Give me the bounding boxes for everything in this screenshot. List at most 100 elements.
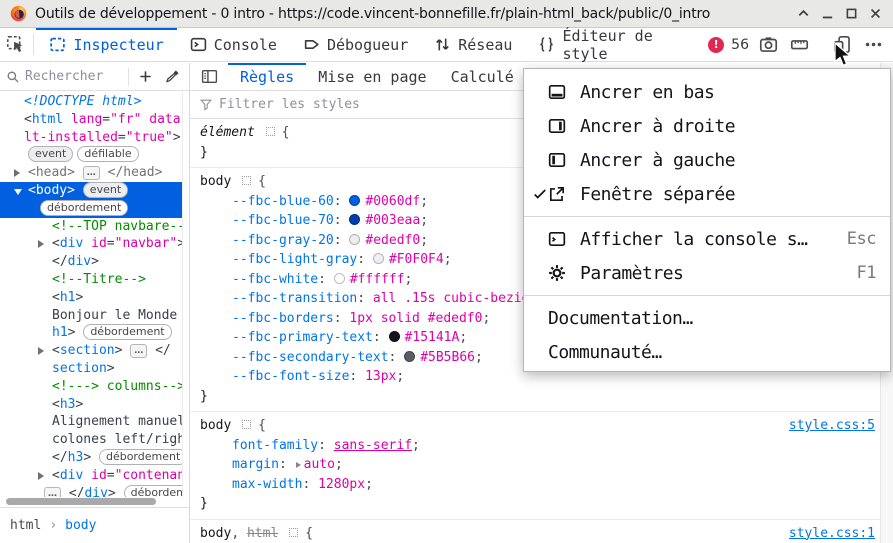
menu-item-community[interactable]: Communauté… [524, 335, 890, 369]
color-swatch[interactable] [404, 351, 415, 362]
responsive-design-mode-button[interactable] [830, 33, 854, 57]
node-picker-button[interactable] [0, 28, 31, 61]
markup-row[interactable]: <section> … </ [0, 342, 182, 360]
css-declaration[interactable]: font-family: sans-serif; [200, 436, 883, 456]
tab-debugger[interactable]: Débogueur [290, 28, 421, 61]
markup-row[interactable]: section> [0, 360, 182, 378]
tab-console[interactable]: Console [177, 28, 290, 61]
horizontal-scrollbar[interactable] [0, 497, 189, 507]
measuring-tool-button[interactable] [787, 33, 811, 57]
search-input[interactable] [25, 69, 123, 84]
menu-item-label: Afficher la console s… [580, 229, 847, 250]
markup-row[interactable]: <div id="contenan [0, 467, 182, 485]
window-titlebar[interactable]: Outils de développement - 0 intro - http… [0, 0, 893, 28]
meatball-menu-button[interactable] [861, 33, 885, 57]
badge-débordeme[interactable]: débordeme [124, 485, 183, 497]
tab-network[interactable]: Réseau [421, 28, 525, 61]
selector-highlighter-icon[interactable] [289, 528, 298, 537]
selector-highlighter-icon[interactable] [242, 176, 251, 185]
markup-row[interactable]: débordement [0, 200, 182, 218]
markup-row[interactable]: <!---> columns--> [0, 378, 182, 396]
menu-item-dock-bottom[interactable]: Ancrer en bas [524, 75, 890, 109]
badge-débordement[interactable]: débordement [83, 324, 171, 340]
css-selector-line[interactable]: body { [200, 416, 883, 436]
menu-item-settings[interactable]: ParamètresF1 [524, 256, 890, 290]
markup-row[interactable]: Bonjour le Monde [0, 307, 182, 325]
menu-item-separate-window[interactable]: Fenêtre séparée [524, 177, 890, 211]
expand-shorthand-icon[interactable] [296, 462, 301, 468]
expander-arrow[interactable] [14, 189, 22, 195]
eyedropper-button[interactable] [161, 66, 183, 88]
markup-row[interactable]: </div> [0, 253, 182, 271]
menu-shortcut: Esc [847, 229, 890, 249]
badge-débordement[interactable]: débordement [40, 200, 128, 216]
close-button[interactable] [868, 6, 883, 21]
expander-arrow[interactable] [38, 472, 44, 480]
markup-row[interactable]: <h3> [0, 396, 182, 414]
markup-row[interactable]: <body> event [0, 182, 182, 200]
menu-separator [524, 295, 890, 296]
stylesheet-link[interactable]: style.css:5 [789, 416, 875, 436]
selector-highlighter-icon[interactable] [266, 127, 275, 136]
create-new-node-button[interactable] [134, 66, 156, 88]
expander-arrow[interactable] [38, 347, 44, 355]
badge-event[interactable]: event [83, 182, 128, 198]
markup-row[interactable]: <html lang="fr" data [0, 111, 182, 129]
show-all-nodes-button[interactable]: … [44, 487, 61, 497]
dock-right-icon [548, 117, 580, 135]
markup-row[interactable]: lt-installed="true"> [0, 129, 182, 147]
expander-arrow[interactable] [38, 240, 44, 248]
menu-item-toggle-split-console[interactable]: Afficher la console s…Esc [524, 222, 890, 256]
badge-event[interactable]: event [28, 146, 73, 162]
breadcrumb-item-body[interactable]: body [65, 518, 96, 533]
error-badge-icon[interactable]: ! [708, 37, 724, 53]
css-selector-line[interactable]: body, html { [200, 524, 883, 543]
error-count[interactable]: 56 [731, 37, 749, 53]
show-all-nodes-button[interactable]: … [130, 344, 147, 358]
show-all-nodes-button[interactable]: … [83, 166, 100, 180]
css-declaration[interactable]: max-width: 1280px; [200, 475, 883, 495]
keep-above-button[interactable] [796, 6, 811, 21]
filter-funnel-icon [200, 99, 212, 111]
three-pane-toggle-icon[interactable] [196, 63, 222, 90]
badge-défilable[interactable]: défilable [77, 146, 138, 162]
tab-styleeditor[interactable]: Éditeur de style [525, 28, 708, 61]
color-swatch[interactable] [373, 253, 384, 264]
tab-calculé[interactable]: Calculé [439, 63, 526, 90]
scrollbar-thumb[interactable] [6, 498, 156, 505]
markup-row[interactable]: colones left/righ [0, 431, 182, 449]
markup-row[interactable]: <!DOCTYPE html> [0, 93, 182, 111]
tab-règles[interactable]: Règles [228, 63, 306, 90]
markup-row[interactable]: <div id="navbar"> [0, 235, 182, 253]
minimize-button[interactable] [820, 6, 835, 21]
menu-item-documentation[interactable]: Documentation… [524, 301, 890, 335]
stylesheet-link[interactable]: style.css:1 [789, 524, 875, 543]
markup-row[interactable]: eventdéfilable [0, 146, 182, 164]
css-rule: body {style.css:5font-family: sans-serif… [190, 412, 893, 520]
markup-row[interactable]: <!--TOP navbare-- [0, 218, 182, 236]
markup-row[interactable]: Alignement manuel [0, 413, 182, 431]
menu-item-dock-right[interactable]: Ancrer à droite [524, 109, 890, 143]
maximize-button[interactable] [844, 6, 859, 21]
markup-row[interactable]: h1> débordement [0, 324, 182, 342]
css-declaration[interactable]: margin: auto; [200, 455, 883, 475]
color-swatch[interactable] [389, 331, 400, 342]
badge-débordement[interactable]: débordement [99, 449, 183, 465]
breadcrumb-item-html[interactable]: html [10, 518, 41, 533]
devtools-options-menu: Ancrer en basAncrer à droiteAncrer à gau… [523, 68, 891, 372]
markup-row[interactable]: <h1> [0, 289, 182, 307]
color-swatch[interactable] [349, 195, 360, 206]
color-swatch[interactable] [334, 273, 345, 284]
screenshot-camera-button[interactable] [756, 33, 780, 57]
color-swatch[interactable] [349, 214, 360, 225]
selector-highlighter-icon[interactable] [242, 420, 251, 429]
markup-row[interactable]: <head> … </head> [0, 164, 182, 182]
expander-arrow[interactable] [14, 169, 20, 177]
menu-item-dock-left[interactable]: Ancrer à gauche [524, 143, 890, 177]
tab-inspector[interactable]: Inspecteur [36, 28, 176, 61]
markup-row[interactable]: <!--Titre--> [0, 271, 182, 289]
markup-row[interactable]: … </div> débordeme [0, 485, 182, 497]
markup-row[interactable]: </h3> débordement [0, 449, 182, 467]
tab-mise-en-page[interactable]: Mise en page [306, 63, 438, 90]
color-swatch[interactable] [349, 234, 360, 245]
